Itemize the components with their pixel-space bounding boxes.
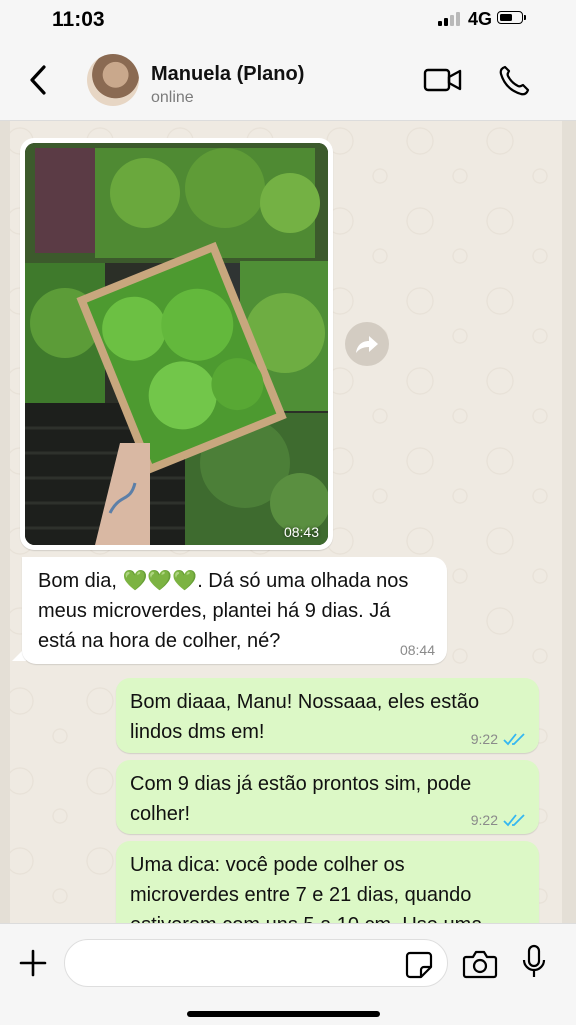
forward-button[interactable] bbox=[345, 322, 389, 366]
microgreens-photo[interactable] bbox=[25, 143, 328, 545]
outgoing-message[interactable]: Com 9 dias já estão prontos sim, pode co… bbox=[116, 760, 539, 834]
home-indicator bbox=[187, 1011, 380, 1017]
message-time: 9:22 bbox=[470, 812, 498, 828]
message-text: Uma dica: você pode colher os microverde… bbox=[130, 854, 482, 923]
avatar[interactable] bbox=[87, 54, 139, 106]
video-call-icon[interactable] bbox=[423, 64, 463, 96]
contact-name[interactable]: Manuela (Plano) bbox=[151, 63, 304, 86]
contact-status: online bbox=[151, 89, 194, 106]
message-text: Bom dia, 💚💚💚. Dá só uma olhada nos meus … bbox=[38, 570, 409, 652]
camera-icon[interactable] bbox=[462, 948, 498, 980]
message-text: Com 9 dias já estão prontos sim, pode co… bbox=[130, 773, 472, 825]
read-ticks-icon bbox=[503, 814, 525, 827]
plus-icon[interactable] bbox=[18, 948, 48, 978]
signal-icon bbox=[438, 12, 460, 26]
microphone-icon[interactable] bbox=[520, 944, 548, 982]
message-time: 08:43 bbox=[283, 524, 319, 540]
chat-area[interactable]: 08:43 Bom dia, 💚💚💚. Dá só uma olhada nos… bbox=[0, 121, 576, 923]
forward-icon bbox=[356, 336, 378, 353]
status-bar: 11:03 4G bbox=[0, 0, 576, 44]
incoming-message[interactable]: Bom dia, 💚💚💚. Dá só uma olhada nos meus … bbox=[22, 557, 447, 664]
chat-header: Manuela (Plano) online bbox=[0, 44, 576, 121]
outgoing-message[interactable]: Uma dica: você pode colher os microverde… bbox=[116, 841, 539, 923]
phone-call-icon[interactable] bbox=[497, 64, 537, 96]
image-message[interactable]: 08:43 bbox=[20, 138, 333, 550]
back-chevron-icon[interactable] bbox=[24, 62, 54, 98]
message-input[interactable] bbox=[64, 939, 448, 987]
network-type: 4G bbox=[468, 9, 493, 29]
input-bar bbox=[0, 923, 576, 1025]
message-time: 08:44 bbox=[399, 642, 435, 658]
battery-icon bbox=[497, 11, 526, 24]
read-ticks-icon bbox=[503, 733, 525, 746]
message-time: 9:22 bbox=[470, 731, 498, 747]
outgoing-message[interactable]: Bom diaaa, Manu! Nossaaa, eles estão lin… bbox=[116, 678, 539, 753]
sticker-icon[interactable] bbox=[404, 950, 434, 980]
message-text: Bom diaaa, Manu! Nossaaa, eles estão lin… bbox=[130, 691, 480, 743]
status-time: 11:03 bbox=[52, 8, 105, 31]
